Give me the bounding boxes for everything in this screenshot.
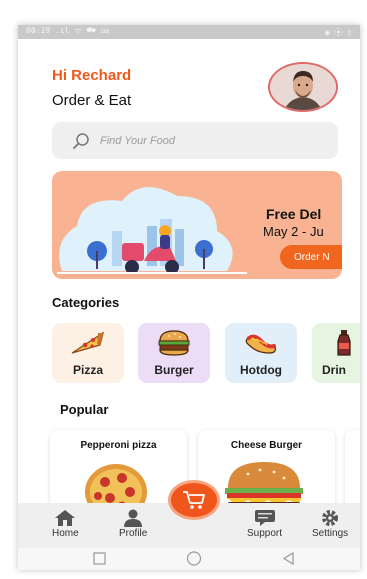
- user-avatar[interactable]: [268, 62, 338, 112]
- nav-profile[interactable]: Profile: [119, 509, 147, 539]
- banner-date: May 2 - Ju: [263, 224, 324, 239]
- category-burger[interactable]: Burger: [138, 323, 210, 383]
- banner-title: Free Del: [266, 206, 322, 222]
- system-nav-bar: [18, 548, 360, 570]
- drink-icon: [337, 330, 351, 356]
- nav-label: Settings: [312, 528, 349, 539]
- recent-apps-icon: [93, 552, 106, 565]
- category-pizza[interactable]: Pizza: [52, 323, 124, 383]
- greeting-text: Hi Rechard: [52, 67, 132, 84]
- status-bar-right: ◉ ⦿ ▯: [324, 27, 352, 37]
- hotdog-icon: [245, 334, 277, 354]
- nav-home[interactable]: Home: [52, 509, 79, 539]
- profile-icon: [124, 509, 143, 527]
- category-hotdog[interactable]: Hotdog: [225, 323, 297, 383]
- category-label: Pizza: [72, 363, 103, 377]
- status-bar-left: 00:19 .ıl ᯤ 🗪 ⅏: [26, 26, 110, 35]
- nav-settings[interactable]: Settings: [312, 509, 348, 539]
- category-label: Drin: [322, 363, 346, 377]
- pizza-icon: [71, 331, 105, 354]
- popular-title: Popular: [60, 402, 109, 417]
- promo-banner[interactable]: Free Del May 2 - Ju Order N: [52, 171, 342, 279]
- category-drink[interactable]: Drin: [312, 323, 360, 383]
- support-icon: [254, 510, 275, 526]
- settings-icon: [322, 510, 339, 526]
- order-now-button[interactable]: Order N: [280, 245, 342, 269]
- home-icon: [55, 510, 76, 526]
- categories-title: Categories: [52, 295, 120, 310]
- category-label: Hotdog: [240, 363, 282, 377]
- nav-support[interactable]: Support: [247, 509, 282, 539]
- burger-icon: [158, 330, 190, 356]
- delivery-illustration: [57, 187, 247, 274]
- cart-button[interactable]: [168, 480, 220, 520]
- app-frame: 00:19 .ıl ᯤ 🗪 ⅏ ◉ ⦿ ▯ Hi Rechard Order &…: [18, 25, 360, 570]
- system-nav-icons: [93, 551, 294, 566]
- nav-label: Home: [52, 528, 79, 539]
- cart-icon: [183, 491, 205, 509]
- status-bar: 00:19 .ıl ᯤ 🗪 ⅏ ◉ ⦿ ▯: [18, 25, 360, 39]
- back-icon: [282, 551, 294, 566]
- search-input[interactable]: [100, 134, 320, 147]
- category-label: Burger: [154, 363, 194, 377]
- search-icon: [73, 132, 89, 149]
- search-bar[interactable]: [52, 122, 338, 159]
- user-avatar-icon: [270, 64, 336, 110]
- subtitle-text: Order & Eat: [52, 92, 132, 109]
- nav-label: Profile: [119, 528, 148, 539]
- nav-label: Support: [247, 528, 283, 539]
- home-system-icon: [186, 551, 202, 566]
